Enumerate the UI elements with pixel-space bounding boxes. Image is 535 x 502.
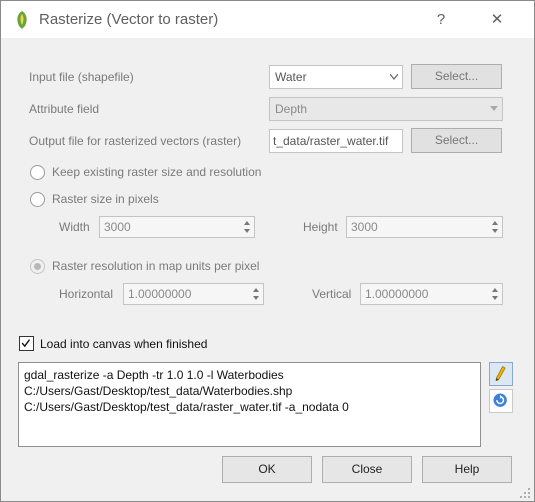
command-line-2: C:/Users/Gast/Desktop/test_data/Waterbod…: [24, 384, 293, 398]
title-bar: Rasterize (Vector to raster) ? ✕: [1, 1, 534, 38]
edit-command-button[interactable]: [489, 362, 513, 386]
output-select-button[interactable]: Select...: [411, 128, 502, 153]
input-select-button[interactable]: Select...: [411, 64, 502, 89]
attribute-field-label: Attribute field: [29, 102, 100, 116]
input-file-combo[interactable]: Water: [269, 65, 403, 89]
help-title-button[interactable]: ?: [429, 9, 453, 31]
keep-size-label: Keep existing raster size and resolution: [52, 165, 262, 179]
height-label: Height: [303, 220, 338, 234]
output-file-value: t_data/raster_water.tif: [273, 134, 389, 148]
resize-grip-icon[interactable]: [519, 487, 531, 499]
width-value: 3000: [104, 220, 131, 234]
spin-arrows-icon: [492, 288, 498, 300]
refresh-icon: [493, 393, 507, 407]
load-canvas-checkbox[interactable]: [19, 336, 34, 351]
command-line-1: gdal_rasterize -a Depth -tr 1.0 1.0 -l W…: [24, 368, 284, 382]
rasterize-dialog: Rasterize (Vector to raster) ? ✕ Input f…: [0, 0, 535, 502]
spin-arrows-icon: [492, 221, 498, 233]
help-button[interactable]: Help: [422, 456, 512, 483]
chevron-down-icon: [490, 106, 498, 111]
horizontal-value: 1.00000000: [128, 287, 192, 301]
input-file-label: Input file (shapefile): [29, 70, 134, 84]
attribute-field-value: Depth: [275, 102, 308, 116]
chevron-down-icon: [390, 74, 398, 80]
resolution-radio[interactable]: [30, 259, 45, 274]
vertical-label: Vertical: [312, 287, 352, 301]
load-canvas-label: Load into canvas when finished: [40, 337, 208, 351]
attribute-field-combo[interactable]: Depth: [269, 97, 503, 121]
reset-command-button[interactable]: [489, 389, 513, 413]
command-textarea[interactable]: gdal_rasterize -a Depth -tr 1.0 1.0 -l W…: [18, 362, 481, 447]
ok-button[interactable]: OK: [222, 456, 312, 483]
command-line-3: C:/Users/Gast/Desktop/test_data/raster_w…: [24, 400, 349, 414]
size-pixels-label: Raster size in pixels: [52, 192, 159, 206]
width-label: Width: [59, 220, 90, 234]
output-file-label: Output file for rasterized vectors (rast…: [29, 134, 242, 148]
vertical-spinbox[interactable]: 1.00000000: [360, 283, 503, 305]
resolution-label: Raster resolution in map units per pixel: [52, 259, 260, 273]
qgis-icon: [17, 11, 27, 29]
horizontal-label: Horizontal: [59, 287, 114, 301]
window-title: Rasterize (Vector to raster): [39, 11, 219, 28]
output-file-input[interactable]: t_data/raster_water.tif: [269, 129, 403, 153]
checkmark-icon: [21, 339, 31, 348]
close-button[interactable]: Close: [322, 456, 412, 483]
width-spinbox[interactable]: 3000: [99, 216, 255, 238]
height-value: 3000: [351, 220, 378, 234]
spin-arrows-icon: [253, 288, 259, 300]
horizontal-spinbox[interactable]: 1.00000000: [123, 283, 264, 305]
vertical-value: 1.00000000: [365, 287, 429, 301]
pencil-icon: [495, 366, 506, 382]
keep-size-radio[interactable]: [30, 165, 45, 180]
spin-arrows-icon: [244, 221, 250, 233]
input-file-value: Water: [275, 70, 307, 84]
close-title-button[interactable]: ✕: [485, 9, 509, 31]
size-pixels-radio[interactable]: [30, 192, 45, 207]
height-spinbox[interactable]: 3000: [346, 216, 503, 238]
